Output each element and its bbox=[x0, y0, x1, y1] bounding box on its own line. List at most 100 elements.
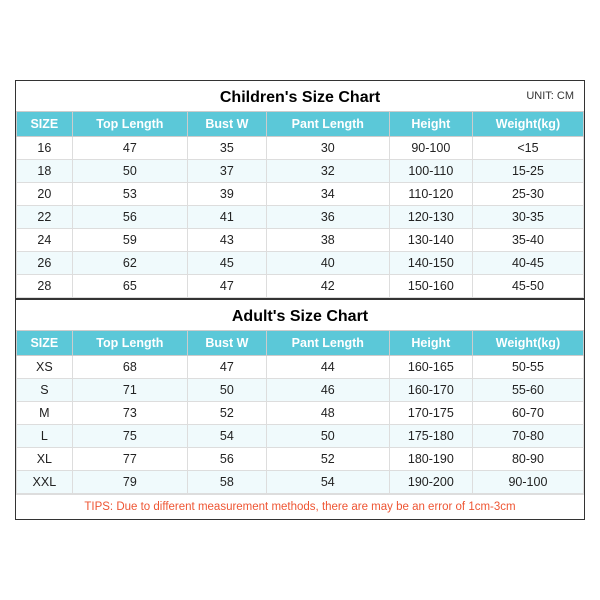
table-cell: 175-180 bbox=[389, 425, 472, 448]
table-cell: 18 bbox=[17, 160, 73, 183]
table-cell: XS bbox=[17, 356, 73, 379]
table-cell: 46 bbox=[266, 379, 389, 402]
table-cell: 45-50 bbox=[472, 275, 583, 298]
children-header-cell: SIZE bbox=[17, 112, 73, 137]
table-cell: 36 bbox=[266, 206, 389, 229]
table-cell: XL bbox=[17, 448, 73, 471]
table-cell: 58 bbox=[187, 471, 266, 494]
adult-header-cell: Height bbox=[389, 331, 472, 356]
table-cell: 62 bbox=[72, 252, 187, 275]
adult-header-cell: Top Length bbox=[72, 331, 187, 356]
table-cell: S bbox=[17, 379, 73, 402]
table-cell: 160-165 bbox=[389, 356, 472, 379]
table-cell: 54 bbox=[266, 471, 389, 494]
table-cell: 38 bbox=[266, 229, 389, 252]
table-row: L755450175-18070-80 bbox=[17, 425, 584, 448]
table-cell: 56 bbox=[72, 206, 187, 229]
children-section-title: Children's Size Chart UNIT: CM bbox=[16, 81, 584, 111]
adult-header-row: SIZETop LengthBust WPant LengthHeightWei… bbox=[17, 331, 584, 356]
tips-text: TIPS: Due to different measurement metho… bbox=[16, 494, 584, 519]
table-cell: 50 bbox=[72, 160, 187, 183]
table-cell: 30 bbox=[266, 137, 389, 160]
table-cell: 73 bbox=[72, 402, 187, 425]
children-title-text: Children's Size Chart bbox=[220, 89, 380, 106]
table-cell: 34 bbox=[266, 183, 389, 206]
table-cell: 90-100 bbox=[472, 471, 583, 494]
table-cell: 65 bbox=[72, 275, 187, 298]
table-cell: 54 bbox=[187, 425, 266, 448]
table-cell: 37 bbox=[187, 160, 266, 183]
table-cell: 43 bbox=[187, 229, 266, 252]
table-row: 24594338130-14035-40 bbox=[17, 229, 584, 252]
table-cell: 40-45 bbox=[472, 252, 583, 275]
table-cell: 42 bbox=[266, 275, 389, 298]
table-cell: 50 bbox=[187, 379, 266, 402]
table-cell: 25-30 bbox=[472, 183, 583, 206]
table-cell: M bbox=[17, 402, 73, 425]
table-cell: 71 bbox=[72, 379, 187, 402]
table-row: 22564136120-13030-35 bbox=[17, 206, 584, 229]
table-cell: L bbox=[17, 425, 73, 448]
table-cell: 68 bbox=[72, 356, 187, 379]
table-cell: 75 bbox=[72, 425, 187, 448]
table-cell: 30-35 bbox=[472, 206, 583, 229]
adult-section-title: Adult's Size Chart bbox=[16, 298, 584, 330]
table-cell: 70-80 bbox=[472, 425, 583, 448]
table-cell: 28 bbox=[17, 275, 73, 298]
table-cell: 52 bbox=[266, 448, 389, 471]
adult-header-cell: SIZE bbox=[17, 331, 73, 356]
table-cell: 60-70 bbox=[472, 402, 583, 425]
table-cell: 15-25 bbox=[472, 160, 583, 183]
unit-label: UNIT: CM bbox=[526, 90, 574, 102]
table-cell: 32 bbox=[266, 160, 389, 183]
table-cell: 190-200 bbox=[389, 471, 472, 494]
table-cell: 45 bbox=[187, 252, 266, 275]
table-row: M735248170-17560-70 bbox=[17, 402, 584, 425]
children-header-cell: Pant Length bbox=[266, 112, 389, 137]
table-cell: 100-110 bbox=[389, 160, 472, 183]
table-cell: 26 bbox=[17, 252, 73, 275]
table-cell: 90-100 bbox=[389, 137, 472, 160]
table-cell: 20 bbox=[17, 183, 73, 206]
adult-title-text: Adult's Size Chart bbox=[232, 308, 368, 325]
table-cell: 110-120 bbox=[389, 183, 472, 206]
table-row: XL775652180-19080-90 bbox=[17, 448, 584, 471]
table-cell: 47 bbox=[72, 137, 187, 160]
table-row: 18503732100-11015-25 bbox=[17, 160, 584, 183]
table-row: 20533934110-12025-30 bbox=[17, 183, 584, 206]
table-cell: 56 bbox=[187, 448, 266, 471]
table-cell: 48 bbox=[266, 402, 389, 425]
size-chart-container: Children's Size Chart UNIT: CM SIZETop L… bbox=[15, 80, 585, 520]
children-size-table: SIZETop LengthBust WPant LengthHeightWei… bbox=[16, 111, 584, 298]
table-cell: 59 bbox=[72, 229, 187, 252]
children-header-cell: Weight(kg) bbox=[472, 112, 583, 137]
table-row: 28654742150-16045-50 bbox=[17, 275, 584, 298]
adult-header-cell: Bust W bbox=[187, 331, 266, 356]
table-cell: 50-55 bbox=[472, 356, 583, 379]
table-cell: 150-160 bbox=[389, 275, 472, 298]
children-header-cell: Top Length bbox=[72, 112, 187, 137]
table-cell: 52 bbox=[187, 402, 266, 425]
table-cell: 35 bbox=[187, 137, 266, 160]
children-header-cell: Height bbox=[389, 112, 472, 137]
children-header-cell: Bust W bbox=[187, 112, 266, 137]
table-cell: 170-175 bbox=[389, 402, 472, 425]
table-row: XS684744160-16550-55 bbox=[17, 356, 584, 379]
adult-header-cell: Weight(kg) bbox=[472, 331, 583, 356]
table-cell: 47 bbox=[187, 275, 266, 298]
table-row: 26624540140-15040-45 bbox=[17, 252, 584, 275]
table-cell: 55-60 bbox=[472, 379, 583, 402]
children-header-row: SIZETop LengthBust WPant LengthHeightWei… bbox=[17, 112, 584, 137]
adult-size-table: SIZETop LengthBust WPant LengthHeightWei… bbox=[16, 330, 584, 494]
table-cell: 180-190 bbox=[389, 448, 472, 471]
table-cell: 24 bbox=[17, 229, 73, 252]
table-row: 1647353090-100<15 bbox=[17, 137, 584, 160]
table-cell: 35-40 bbox=[472, 229, 583, 252]
table-cell: 77 bbox=[72, 448, 187, 471]
table-cell: 120-130 bbox=[389, 206, 472, 229]
table-cell: 160-170 bbox=[389, 379, 472, 402]
table-cell: 16 bbox=[17, 137, 73, 160]
table-cell: 50 bbox=[266, 425, 389, 448]
table-row: XXL795854190-20090-100 bbox=[17, 471, 584, 494]
table-cell: XXL bbox=[17, 471, 73, 494]
